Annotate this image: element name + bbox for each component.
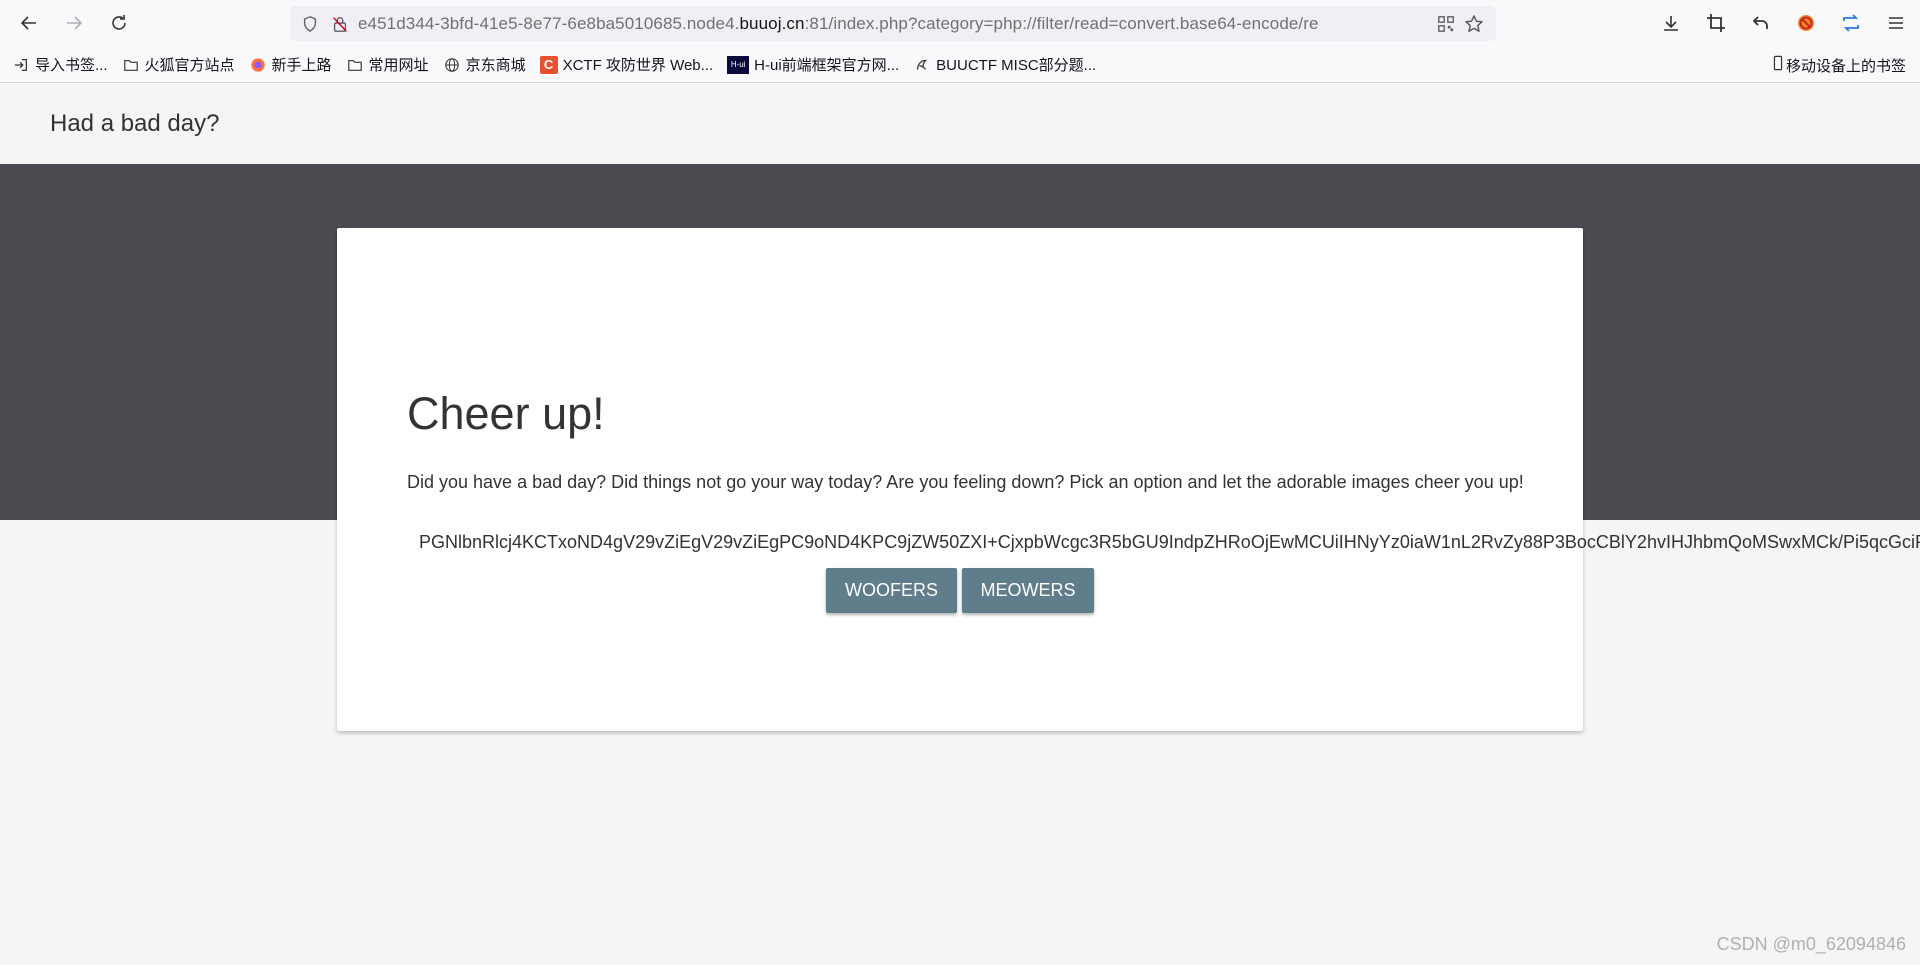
- bookmark-firefox-sites[interactable]: 火狐官方站点: [122, 54, 235, 75]
- downloads-button[interactable]: [1653, 5, 1689, 41]
- url-text[interactable]: e451d344-3bfd-41e5-8e77-6e8ba5010685.nod…: [358, 14, 1432, 34]
- meowers-button[interactable]: MEOWERS: [962, 568, 1094, 613]
- bookmark-hui[interactable]: H-ui H-ui前端框架官方网...: [727, 54, 899, 75]
- url-suffix: :81/index.php?category=php://filter/read…: [804, 13, 1319, 33]
- page-header: Had a bad day?: [0, 84, 1920, 164]
- toolbar-right: [1653, 5, 1914, 41]
- screenshot-button[interactable]: [1698, 5, 1734, 41]
- qr-code-icon[interactable]: [1432, 10, 1460, 38]
- arrow-right-icon: [67, 16, 83, 30]
- bookmark-xctf[interactable]: C XCTF 攻防世界 Web...: [539, 54, 714, 75]
- download-icon: [1664, 16, 1678, 31]
- browser-toolbar: e451d344-3bfd-41e5-8e77-6e8ba5010685.nod…: [0, 0, 1920, 47]
- url-bar[interactable]: e451d344-3bfd-41e5-8e77-6e8ba5010685.nod…: [290, 6, 1496, 41]
- woofers-button[interactable]: WOOFERS: [826, 568, 957, 613]
- xctf-logo-icon: C: [539, 55, 558, 74]
- content-card: Cheer up! Did you have a bad day? Did th…: [337, 228, 1583, 731]
- site-title[interactable]: Had a bad day?: [50, 110, 219, 138]
- globe-icon: [443, 56, 461, 74]
- blocked-extension-icon: [1798, 15, 1814, 31]
- reload-button[interactable]: [101, 5, 137, 41]
- bookmarks-bar: 导入书签... 火狐官方站点 新手上路 常用网址 京东商城 C XCTF 攻防世…: [0, 47, 1920, 83]
- bookmark-label: H-ui前端框架官方网...: [754, 57, 900, 74]
- bookmark-label: 京东商城: [465, 57, 526, 74]
- mobile-device-icon: [1770, 55, 1786, 75]
- base64-output: PGNlbnRlcj4KCTxoND4gV29vZiEgV29vZiEgPC9o…: [419, 532, 1920, 552]
- bookmark-jd[interactable]: 京东商城: [443, 54, 526, 75]
- arrow-left-icon: [20, 16, 36, 30]
- hamburger-menu-icon: [1889, 17, 1903, 29]
- url-domain: buuoj.cn: [739, 13, 805, 33]
- bookmark-label: 移动设备上的书签: [1785, 57, 1906, 75]
- bookmark-star-icon[interactable]: [1460, 10, 1488, 38]
- bookmark-getting-started[interactable]: 新手上路: [249, 54, 332, 75]
- sync-button[interactable]: [1833, 5, 1869, 41]
- extension-button[interactable]: [1788, 5, 1824, 41]
- insecure-lock-icon[interactable]: [328, 12, 352, 36]
- bookmark-label: 导入书签...: [35, 57, 108, 74]
- watermark: CSDN @m0_62094846: [1716, 934, 1906, 954]
- url-prefix: e451d344-3bfd-41e5-8e77-6e8ba5010685.nod…: [358, 13, 740, 33]
- menu-button[interactable]: [1878, 5, 1914, 41]
- undo-button[interactable]: [1743, 5, 1779, 41]
- mobile-bookmarks[interactable]: 移动设备上的书签: [1770, 47, 1906, 83]
- bookmark-common-sites[interactable]: 常用网址: [346, 54, 429, 75]
- bookmark-label: 火狐官方站点: [144, 57, 235, 74]
- firefox-logo-icon: [249, 56, 267, 74]
- reload-icon: [112, 15, 126, 30]
- page-heading: Cheer up!: [407, 388, 605, 439]
- page-description: Did you have a bad day? Did things not g…: [407, 472, 1524, 492]
- folder-icon: [122, 56, 140, 74]
- bookmark-import[interactable]: 导入书签...: [12, 54, 108, 75]
- sync-arrows-icon: [1843, 14, 1859, 32]
- import-icon: [12, 56, 30, 74]
- shield-icon[interactable]: [298, 12, 322, 36]
- bookmark-label: 常用网址: [368, 57, 429, 74]
- buuctf-logo-icon: [913, 56, 931, 74]
- hui-logo-icon: H-ui: [727, 55, 750, 74]
- folder-icon: [346, 56, 364, 74]
- bookmark-label: XCTF 攻防世界 Web...: [562, 57, 714, 74]
- crop-icon: [1707, 14, 1725, 32]
- back-button[interactable]: [11, 5, 47, 41]
- option-buttons: WOOFERS MEOWERS: [826, 568, 1094, 613]
- forward-button[interactable]: [56, 5, 92, 41]
- bookmark-buuctf[interactable]: BUUCTF MISC部分题...: [913, 54, 1096, 75]
- bookmark-label: BUUCTF MISC部分题...: [936, 57, 1097, 74]
- undo-arrow-icon: [1752, 16, 1768, 29]
- bookmark-label: 新手上路: [271, 57, 332, 74]
